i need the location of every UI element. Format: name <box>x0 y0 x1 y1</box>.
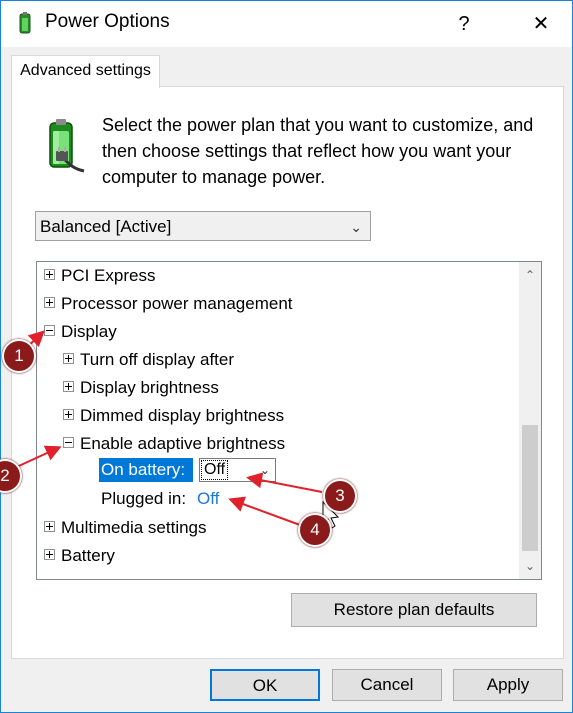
expand-icon[interactable] <box>63 381 74 393</box>
vertical-scrollbar[interactable]: ⌃ ⌄ <box>519 262 541 579</box>
settings-tree[interactable]: PCI Express Processor power management D… <box>36 261 542 580</box>
expand-icon[interactable] <box>44 549 55 561</box>
plugged-in-value[interactable]: Off <box>197 487 219 511</box>
restore-plan-defaults-button[interactable]: Restore plan defaults <box>291 593 537 627</box>
tree-item-pci-express[interactable]: PCI Express <box>44 264 155 288</box>
tree-item-label: Display brightness <box>80 378 219 397</box>
tree-item-display[interactable]: Display <box>44 320 117 344</box>
scroll-thumb[interactable] <box>522 425 538 551</box>
scroll-down-icon[interactable]: ⌄ <box>519 555 541 577</box>
tree-item-display-brightness[interactable]: Display brightness <box>63 376 219 400</box>
tree-item-label: Battery <box>61 546 115 565</box>
title-bar[interactable]: Power Options ? ✕ <box>1 1 572 47</box>
tree-item-label: Processor power management <box>61 294 293 313</box>
on-battery-value: Off <box>201 460 229 480</box>
scroll-up-icon[interactable]: ⌃ <box>519 264 541 286</box>
tree-item-turn-off-display-after[interactable]: Turn off display after <box>63 348 234 372</box>
advanced-settings-panel: Select the power plan that you want to c… <box>11 86 564 659</box>
power-options-window: Power Options ? ✕ Advanced settings Sele… <box>0 0 573 713</box>
apply-button[interactable]: Apply <box>453 669 563 701</box>
help-button[interactable]: ? <box>441 1 487 47</box>
expand-icon[interactable] <box>44 521 55 533</box>
power-options-icon <box>19 12 31 34</box>
window-title: Power Options <box>45 11 170 32</box>
expand-icon[interactable] <box>44 269 55 281</box>
tree-item-label: Enable adaptive brightness <box>80 434 286 453</box>
tree-item-label: Turn off display after <box>80 350 235 369</box>
tree-item-multimedia-settings[interactable]: Multimedia settings <box>44 516 207 540</box>
chevron-down-icon: ⌄ <box>350 219 362 235</box>
expand-icon[interactable] <box>63 409 74 421</box>
power-plan-select[interactable]: Balanced [Active] ⌄ <box>35 211 371 241</box>
annotation-badge-3: 3 <box>323 479 357 513</box>
tree-item-label: Multimedia settings <box>61 518 207 537</box>
tab-advanced-settings[interactable]: Advanced settings <box>11 55 160 88</box>
tree-item-label: PCI Express <box>61 266 156 285</box>
intro-text: Select the power plan that you want to c… <box>102 115 534 187</box>
battery-plug-icon <box>49 119 85 173</box>
tree-item-enable-adaptive-brightness[interactable]: Enable adaptive brightness <box>63 432 285 456</box>
chevron-down-icon: ⌄ <box>259 463 270 477</box>
expand-icon[interactable] <box>63 353 74 365</box>
collapse-icon[interactable] <box>63 437 74 449</box>
tree-item-label: Dimmed display brightness <box>80 406 285 425</box>
tree-item-dimmed-display-brightness[interactable]: Dimmed display brightness <box>63 404 284 428</box>
on-battery-label[interactable]: On battery: <box>99 458 193 482</box>
collapse-icon[interactable] <box>44 325 55 337</box>
close-button[interactable]: ✕ <box>511 1 571 47</box>
annotation-badge-1: 1 <box>2 339 36 373</box>
tree-item-processor-power-management[interactable]: Processor power management <box>44 292 293 316</box>
expand-icon[interactable] <box>44 297 55 309</box>
power-plan-value: Balanced [Active] <box>40 217 172 236</box>
plugged-in-label[interactable]: Plugged in: <box>101 487 186 511</box>
tree-item-label: Display <box>61 322 117 341</box>
cancel-button[interactable]: Cancel <box>332 669 442 701</box>
on-battery-dropdown[interactable]: Off ⌄ <box>199 458 276 482</box>
ok-button[interactable]: OK <box>210 669 320 701</box>
annotation-badge-4: 4 <box>298 513 332 547</box>
tree-item-battery[interactable]: Battery <box>44 544 115 568</box>
